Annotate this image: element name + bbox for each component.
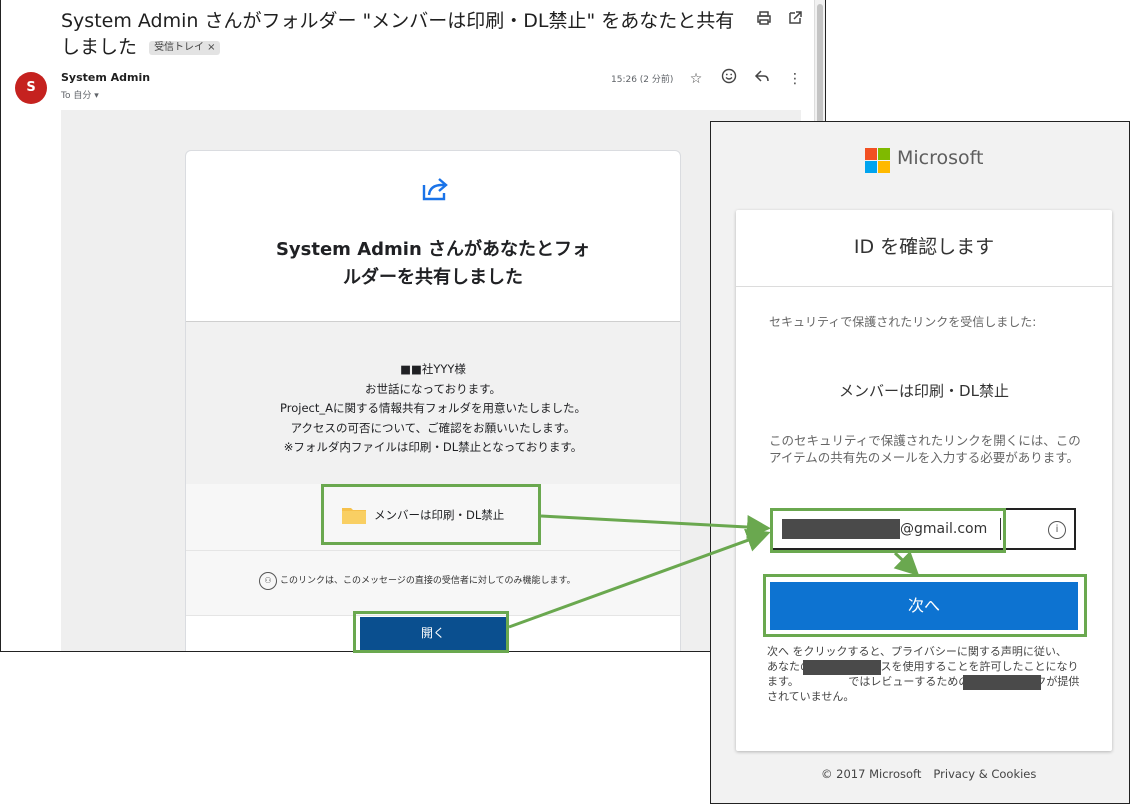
gmail-email-view: System Admin さんがフォルダー "メンバーは印刷・DL禁止" をあな… [0,0,826,652]
verify-heading: ID を確認します [853,236,995,258]
microsoft-verify-dialog: Microsoft ID を確認します セキュリティで保護されたリンクを受信しま… [710,121,1130,804]
message-line: ※フォルダ内ファイルは印刷・DL禁止となっております。 [283,440,583,454]
shared-item-name: メンバーは印刷・DL禁止 [839,382,1009,400]
open-button-highlight-box [353,611,509,653]
emoji-reaction-icon[interactable] [718,68,740,90]
star-icon[interactable]: ☆ [685,68,707,90]
recipient-text: To 自分 [61,91,92,101]
share-card-title: System Admin さんがあなたとフォルダーを共有しました [186,236,680,292]
message-line: アクセスの可否について、ご確認をお願いいたします。 [290,420,576,435]
folder-highlight-box [321,484,541,545]
redacted-text [963,675,1041,690]
next-button-highlight-box [763,574,1087,637]
people-icon: ⚇ [259,572,277,590]
share-card-title-text: System Admin さんがあなたとフォルダーを共有しました [275,239,591,288]
message-line: Project_Aに関する情報共有フォルダを用意いたしました。 [280,401,586,415]
inbox-label-text: 受信トレイ [154,42,205,53]
open-in-new-window-icon[interactable] [785,10,805,30]
link-note-row: ⚇ このリンクは、このメッセージの直接の受信者に対してのみ機能します。 [186,551,680,616]
info-icon[interactable]: i [1048,521,1066,539]
message-line: お世話になっております。 [365,381,501,396]
label-remove-icon[interactable]: × [207,42,215,53]
inbox-label-chip[interactable]: 受信トレイ × [149,41,221,55]
reply-icon[interactable] [751,68,773,90]
recipient-dropdown[interactable]: To 自分 ▾ [61,88,99,101]
share-folder-icon [422,178,448,201]
privacy-link[interactable]: Privacy & Cookies [933,767,1036,781]
sender-name[interactable]: System Admin [61,71,150,84]
microsoft-brand: Microsoft [897,147,984,169]
verify-card-header: ID を確認します [736,210,1112,287]
email-highlight-box [770,508,1006,553]
message-line: ■■社YYY様 [400,362,466,376]
email-timestamp: 15:26 (2 分前) [611,75,674,85]
copyright-text: © 2017 Microsoft [821,767,922,781]
print-icon[interactable] [754,10,774,30]
received-link-text: セキュリティで保護されたリンクを受信しました: [769,315,1037,329]
sender-avatar[interactable]: S [15,72,47,104]
link-note-text: このリンクは、このメッセージの直接の受信者に対してのみ機能します。 [280,576,576,586]
verify-card: ID を確認します セキュリティで保護されたリンクを受信しました: メンバーは印… [736,210,1116,751]
microsoft-logo-icon [865,148,891,174]
message-area: ■■社YYY様 お世話になっております。 Project_Aに関する情報共有フォ… [186,322,680,484]
more-options-icon[interactable]: ⋮ [784,68,806,90]
message-text: ■■社YYY様 お世話になっております。 Project_Aに関する情報共有フォ… [186,360,680,458]
instruction-text: このセキュリティで保護されたリンクを開くには、このアイテムの共有先のメールを入力… [769,433,1081,465]
footer: © 2017 Microsoft Privacy & Cookies [821,767,1036,781]
chevron-down-icon: ▾ [94,91,99,101]
redacted-text [803,660,881,675]
share-card: System Admin さんがあなたとフォルダーを共有しました ■■社YYY様… [185,150,681,651]
email-subject: System Admin さんがフォルダー "メンバーは印刷・DL禁止" をあな… [61,8,741,60]
